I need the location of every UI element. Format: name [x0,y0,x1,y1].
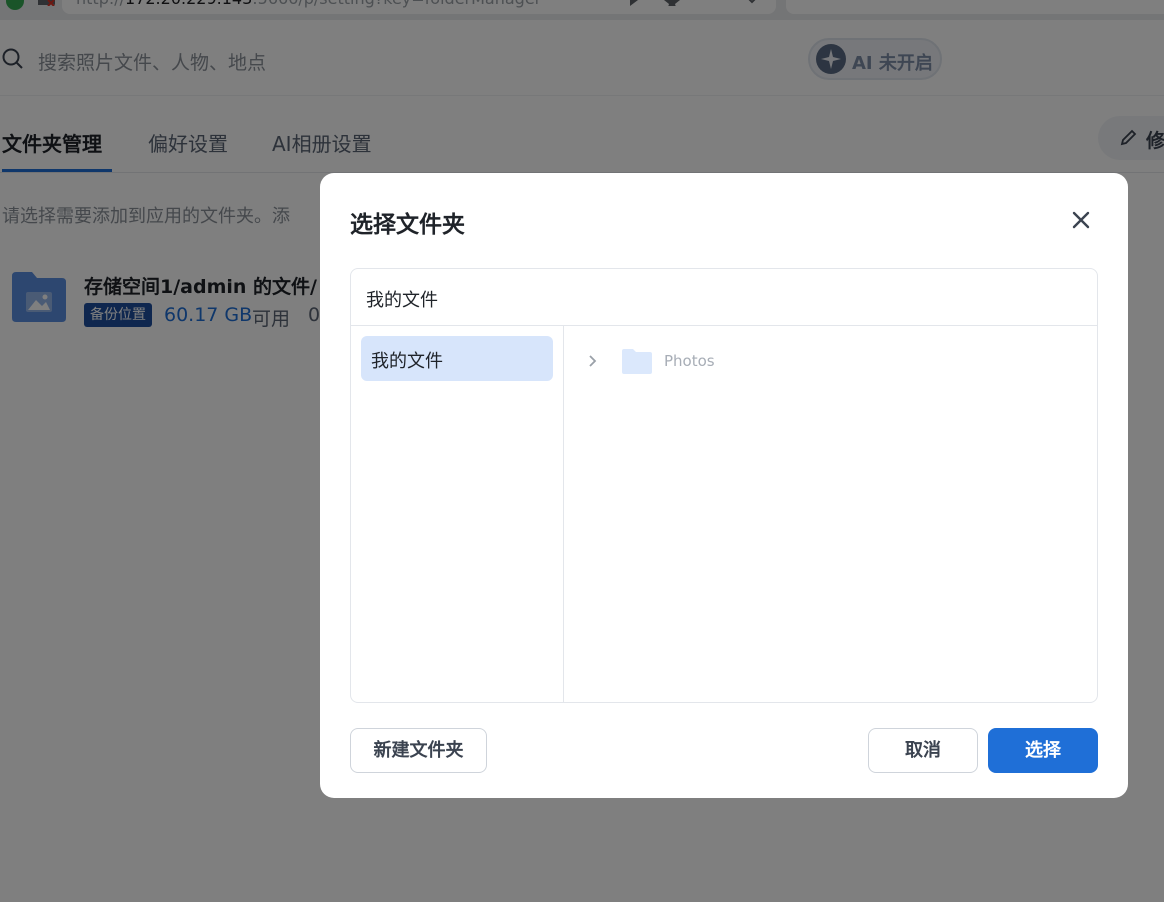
close-icon[interactable] [1068,207,1094,233]
chevron-right-icon[interactable] [586,354,600,368]
location-my-files[interactable]: 我的文件 [361,336,553,381]
folder-tree: Photos [564,326,1097,702]
select-button[interactable]: 选择 [988,728,1098,773]
folder-name: Photos [664,352,715,370]
folder-browser: 我的文件 我的文件 Photos [350,268,1098,703]
folder-icon [622,349,652,374]
new-folder-button[interactable]: 新建文件夹 [350,728,487,773]
dialog-title: 选择文件夹 [350,212,465,238]
location-list: 我的文件 [351,326,564,702]
breadcrumb: 我的文件 [351,269,1097,326]
cancel-button[interactable]: 取消 [868,728,978,773]
location-label: 我的文件 [371,351,443,372]
folder-row-photos[interactable]: Photos [564,340,1097,384]
breadcrumb-current: 我的文件 [366,290,438,311]
select-folder-dialog: 选择文件夹 我的文件 我的文件 Photos 新建文件夹 取消 选择 [320,173,1128,798]
